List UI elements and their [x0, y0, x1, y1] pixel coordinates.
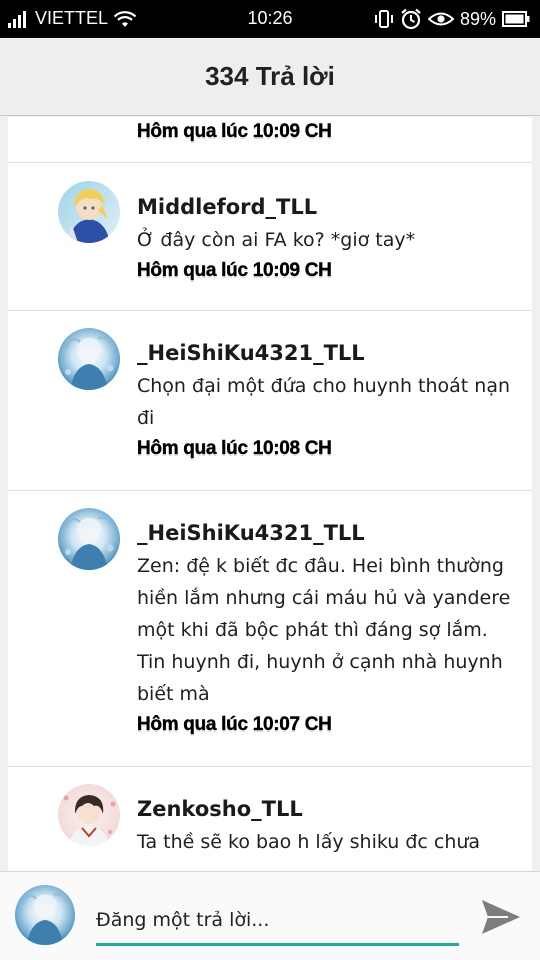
send-button[interactable]: [478, 894, 524, 940]
avatar[interactable]: [58, 181, 120, 243]
blue-white-anime-avatar-icon: [15, 885, 75, 945]
page-title: 334 Trả lời: [205, 61, 335, 91]
dark-hair-boy-avatar-icon: [58, 784, 120, 846]
reply-item[interactable]: Middleford_TLL Ở đây còn ai FA ko? *giơ …: [8, 163, 532, 311]
reply-message: Ta thề sẽ ko bao h lấy shiku đc chưa: [137, 831, 481, 853]
reply-message: Chọn đại một đứa cho huynh thoát nạn đi: [137, 375, 511, 429]
blonde-knight-avatar-icon: [58, 181, 120, 243]
reply-time: Hôm qua lúc 10:09 CH: [137, 260, 332, 281]
current-user-avatar: [15, 885, 75, 945]
reply-author[interactable]: _HeiShiKu4321_TLL: [137, 336, 520, 370]
reply-time: Hôm qua lúc 10:09 CH: [137, 121, 332, 142]
reply-message: Zen: đệ k biết đc đâu. Hei bình thường h…: [137, 555, 511, 705]
header: 334 Trả lời: [0, 38, 540, 116]
alarm-icon: [401, 8, 421, 30]
vibrate-icon: [374, 10, 393, 28]
blue-white-anime-avatar-icon: [58, 328, 120, 390]
status-bar: VIETTEL 10:26 89%: [0, 0, 540, 38]
reply-item[interactable]: _HeiShiKu4321_TLL Chọn đại một đứa cho h…: [8, 311, 532, 491]
reply-item[interactable]: Hôm qua lúc 10:09 CH: [8, 117, 532, 163]
avatar[interactable]: [58, 328, 120, 390]
eye-icon: [427, 12, 454, 26]
reply-list[interactable]: Hôm qua lúc 10:09 CH Middleford_TLL Ở đâ…: [8, 117, 532, 871]
battery-icon: [502, 11, 530, 27]
reply-input[interactable]: [96, 896, 459, 946]
blue-white-anime-avatar-icon: [58, 508, 120, 570]
reply-message: Ở đây còn ai FA ko? *giơ tay*: [137, 229, 416, 251]
avatar[interactable]: [58, 784, 120, 846]
reply-author[interactable]: _HeiShiKu4321_TLL: [137, 516, 520, 550]
reply-time: Hôm qua lúc 10:08 CH: [137, 438, 332, 459]
reply-composer: [0, 871, 540, 960]
battery-percent: 89%: [459, 8, 496, 29]
reply-item[interactable]: _HeiShiKu4321_TLL Zen: đệ k biết đc đâu.…: [8, 491, 532, 767]
reply-time: Hôm qua lúc 10:07 CH: [137, 714, 332, 735]
reply-author[interactable]: Zenkosho_TLL: [137, 792, 520, 826]
reply-author[interactable]: Middleford_TLL: [137, 190, 520, 224]
reply-item[interactable]: Zenkosho_TLL Ta thề sẽ ko bao h lấy shik…: [8, 767, 532, 871]
send-icon: [482, 900, 520, 934]
avatar[interactable]: [58, 508, 120, 570]
